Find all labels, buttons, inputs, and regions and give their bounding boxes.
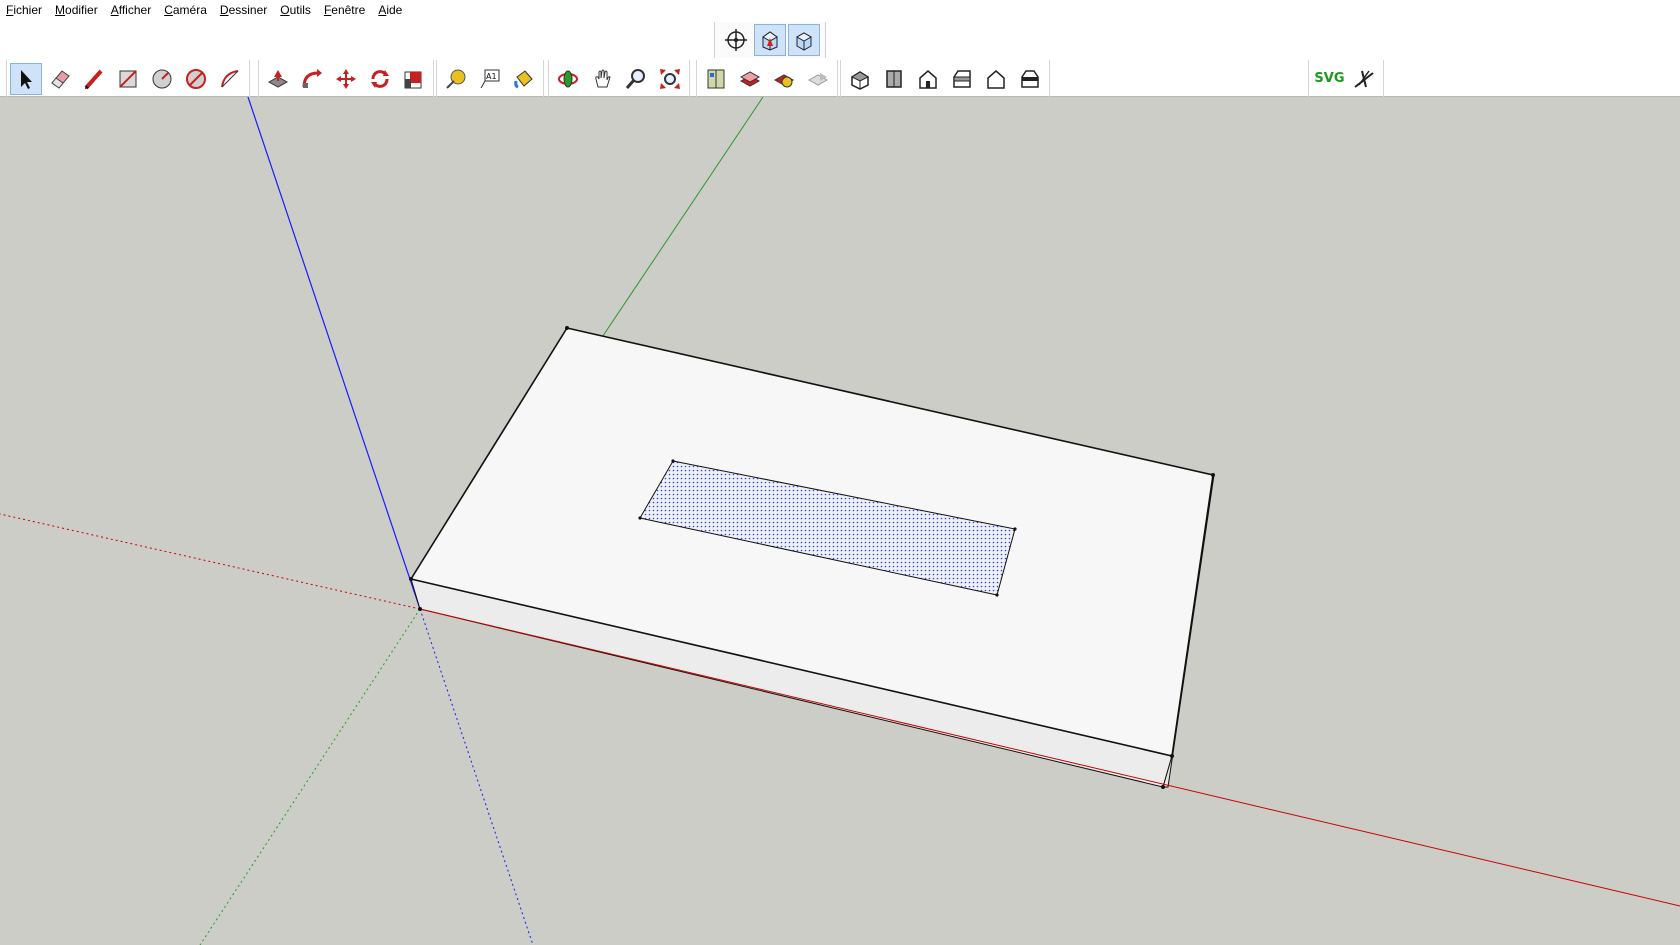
warehouse-tools-group (696, 60, 838, 97)
menu-label-rest: essiner (228, 3, 268, 17)
orbit-crosshair-icon[interactable] (720, 24, 752, 56)
menu-afficher[interactable]: Afficher (105, 0, 158, 20)
top-view-icon[interactable] (878, 63, 910, 95)
construct-tools-group: A1 (436, 60, 544, 97)
svg-text:A1: A1 (486, 72, 497, 81)
menu-accelerator: M (55, 3, 66, 17)
perspective-view-icon[interactable] (754, 24, 786, 56)
green-axis-negative (199, 608, 421, 945)
menu-label-rest: améra (172, 3, 207, 17)
svg-label: SVG (1314, 71, 1345, 86)
menu-accelerator: O (280, 3, 290, 17)
standard-views-group (840, 60, 1050, 97)
front-view-icon[interactable] (912, 63, 944, 95)
draw-tools-group (6, 60, 250, 97)
modify-tools-group (258, 60, 434, 97)
menu-modifier[interactable]: Modifier (49, 0, 105, 20)
orbit-icon[interactable] (552, 63, 584, 95)
iso-view-icon[interactable] (844, 63, 876, 95)
menu-label-rest: enêtre (331, 3, 366, 17)
svg-settings-icon[interactable] (1349, 63, 1380, 95)
right-view-icon[interactable] (946, 63, 978, 95)
menu-label-rest: fficher (118, 3, 152, 17)
move-icon[interactable] (330, 63, 362, 95)
3d-viewport[interactable] (0, 97, 1680, 945)
arc-icon[interactable] (214, 63, 246, 95)
components-icon[interactable] (700, 63, 732, 95)
menu-dessiner[interactable]: Dessiner (214, 0, 274, 20)
rotate-icon[interactable] (364, 63, 396, 95)
3d-warehouse-icon[interactable] (734, 63, 766, 95)
circle-icon[interactable] (146, 63, 178, 95)
main-toolbar: A1 SVG (0, 60, 1680, 97)
menu-outils[interactable]: Outils (274, 0, 318, 20)
blue-axis-negative (419, 608, 534, 945)
paint-bucket-icon[interactable] (508, 63, 540, 95)
pan-icon[interactable] (586, 63, 618, 95)
extension-warehouse-icon[interactable] (768, 63, 800, 95)
menu-fenetre[interactable]: Fenêtre (318, 0, 372, 20)
views-toolbar (714, 22, 826, 58)
scale-icon[interactable] (398, 63, 430, 95)
menu-accelerator: C (164, 3, 173, 17)
follow-me-icon[interactable] (296, 63, 328, 95)
menu-fichier[interactable]: Fichier (0, 0, 49, 20)
polygon-icon[interactable] (180, 63, 212, 95)
zoom-icon[interactable] (620, 63, 652, 95)
eraser-icon[interactable] (44, 63, 76, 95)
select-icon[interactable] (10, 62, 42, 95)
menu-label-rest: odifier (65, 3, 98, 17)
zoom-extents-icon[interactable] (654, 63, 686, 95)
menu-bar: Fichier Modifier Afficher Caméra Dessiner Out… (0, 0, 1680, 20)
camera-tools-group (548, 60, 690, 97)
menu-accelerator: A (110, 3, 119, 17)
menu-label-rest: ide (386, 3, 403, 17)
rectangle-icon[interactable] (112, 63, 144, 95)
svg-plugin-group: SVG (1308, 60, 1384, 97)
menu-accelerator: D (219, 3, 229, 17)
menu-aide[interactable]: Aide (372, 0, 409, 20)
text-icon[interactable]: A1 (474, 63, 506, 95)
menu-label-rest: utils (289, 3, 311, 17)
menu-camera[interactable]: Caméra (158, 0, 214, 20)
menu-label-rest: ichier (13, 3, 43, 17)
share-model-icon[interactable] (802, 63, 834, 95)
left-view-icon[interactable] (1014, 63, 1046, 95)
blue-axis (247, 97, 421, 610)
back-view-icon[interactable] (980, 63, 1012, 95)
parallel-view-icon[interactable] (788, 24, 820, 56)
model-canvas[interactable] (0, 97, 1680, 945)
red-axis-negative (0, 513, 421, 610)
push-pull-icon[interactable] (262, 63, 294, 95)
svg-export-button[interactable]: SVG (1312, 63, 1347, 95)
pencil-icon[interactable] (78, 63, 110, 95)
tape-measure-icon[interactable] (440, 63, 472, 95)
